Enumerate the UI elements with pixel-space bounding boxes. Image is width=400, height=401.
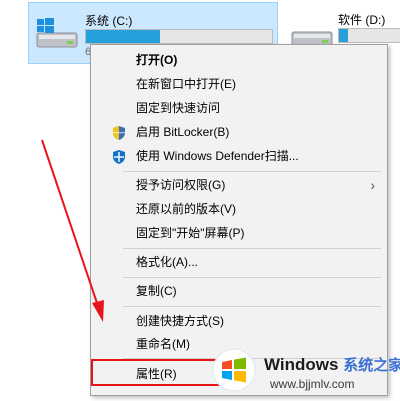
windows-logo-icon xyxy=(212,348,256,392)
watermark-title-en: Windows xyxy=(264,355,339,374)
watermark-title: Windows 系统之家 xyxy=(264,354,400,375)
watermark-title-cn: 系统之家 xyxy=(343,357,400,374)
annotation-highlight-box xyxy=(91,359,224,386)
watermark: Windows 系统之家 www.bjjmlv.com xyxy=(208,340,400,400)
watermark-url: www.bjjmlv.com xyxy=(270,377,355,391)
